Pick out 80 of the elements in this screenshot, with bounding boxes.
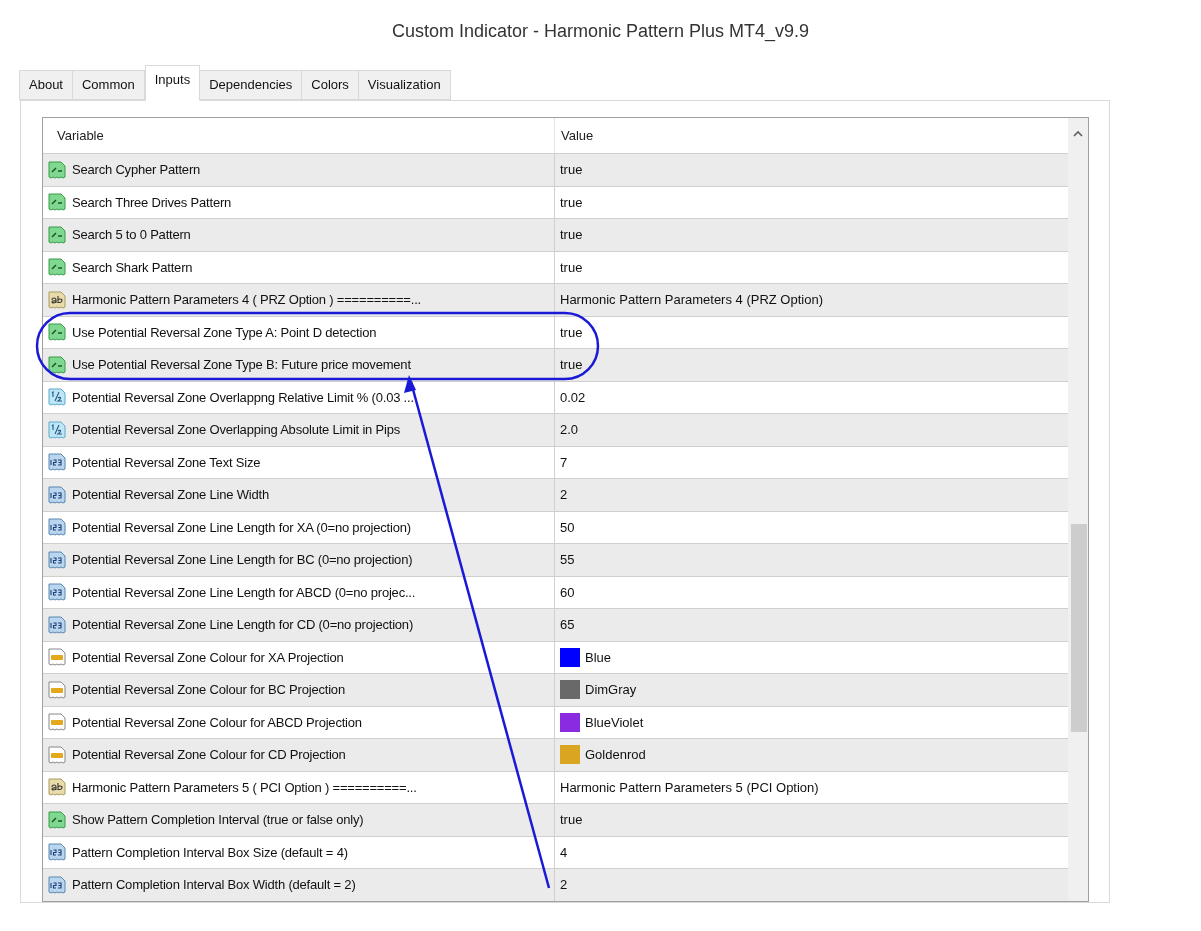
value-text[interactable]: Harmonic Pattern Parameters 5 (PCI Option) bbox=[560, 777, 819, 797]
toggle-type-icon bbox=[48, 258, 66, 277]
integer-type-icon bbox=[48, 583, 66, 602]
color-type-icon bbox=[48, 713, 66, 732]
value-text[interactable]: 2 bbox=[560, 485, 568, 505]
integer-type-icon bbox=[48, 485, 66, 504]
integer-type-icon bbox=[48, 453, 66, 472]
value-text[interactable]: BlueViolet bbox=[585, 712, 644, 732]
window-title: Custom Indicator - Harmonic Pattern Plus MT4_v9.9 bbox=[391, 19, 810, 44]
toggle-type-icon bbox=[48, 323, 66, 342]
column-header[interactable]: Value bbox=[555, 118, 1068, 153]
variable-name: Harmonic Pattern Parameters 4 ( PRZ Option ) ==========... bbox=[72, 291, 421, 309]
text-type-icon bbox=[48, 778, 66, 797]
integer-type-icon bbox=[48, 518, 66, 537]
variable-name: Potential Reversal Zone Line Width bbox=[72, 486, 269, 504]
value-text[interactable]: true bbox=[560, 160, 583, 180]
variable-name: Potential Reversal Zone Colour for CD Projection bbox=[72, 746, 346, 764]
variable-name: Potential Reversal Zone Line Length for CD (0=no projection) bbox=[72, 616, 413, 634]
variable-name: Search 5 to 0 Pattern bbox=[72, 226, 191, 244]
value-text[interactable]: true bbox=[560, 257, 583, 277]
tab[interactable]: Inputs bbox=[144, 65, 201, 101]
tab[interactable]: About bbox=[19, 70, 73, 100]
scrollbar-thumb[interactable] bbox=[1071, 524, 1087, 732]
value-text[interactable]: true bbox=[560, 225, 583, 245]
integer-type-icon bbox=[48, 843, 66, 862]
variable-name: Use Potential Reversal Zone Type B: Future price movement bbox=[72, 356, 411, 374]
color-type-icon bbox=[48, 745, 66, 764]
variable-name: Pattern Completion Interval Box Size (default = 4) bbox=[72, 843, 348, 862]
variable-name: Potential Reversal Zone Colour for XA Projection bbox=[72, 648, 344, 667]
text-type-icon bbox=[48, 290, 66, 309]
value-text[interactable]: true bbox=[560, 810, 583, 830]
integer-type-icon bbox=[48, 615, 66, 634]
color-type-icon bbox=[48, 648, 66, 667]
variable-name: Search Three Drives Pattern bbox=[72, 193, 232, 212]
value-text[interactable]: 0.02 bbox=[560, 387, 586, 407]
value-text[interactable]: Blue bbox=[585, 647, 612, 667]
value-text[interactable]: DimGray bbox=[585, 680, 637, 700]
toggle-type-icon bbox=[48, 225, 66, 244]
variable-name: Potential Reversal Zone Colour for ABCD Projection bbox=[72, 713, 362, 732]
value-text[interactable]: 2 bbox=[560, 875, 568, 895]
variable-name: Potential Reversal Zone Line Length for XA (0=no projection) bbox=[72, 518, 411, 537]
variable-name: Potential Reversal Zone Overlapping Absolute Limit in Pips bbox=[72, 421, 401, 439]
value-text[interactable]: 4 bbox=[560, 842, 568, 862]
tab[interactable]: Common bbox=[72, 70, 145, 100]
variable-name: Potential Reversal Zone Colour for BC Projection bbox=[72, 681, 345, 699]
value-text[interactable]: 2.0 bbox=[560, 420, 579, 440]
variable-name: Search Cypher Pattern bbox=[72, 161, 201, 179]
integer-type-icon bbox=[48, 875, 66, 894]
color-type-icon bbox=[48, 680, 66, 699]
value-text[interactable]: 50 bbox=[560, 517, 575, 537]
tab[interactable]: Visualization bbox=[357, 70, 451, 100]
toggle-type-icon bbox=[48, 810, 66, 829]
value-text[interactable]: Goldenrod bbox=[585, 745, 646, 765]
value-text[interactable]: true bbox=[560, 322, 583, 342]
value-text[interactable]: 7 bbox=[560, 452, 568, 472]
scroll-up-icon[interactable] bbox=[1073, 130, 1083, 137]
integer-type-icon bbox=[48, 550, 66, 569]
decimal-type-icon bbox=[48, 420, 66, 439]
value-text[interactable]: true bbox=[560, 192, 583, 212]
tab[interactable]: Colors bbox=[301, 70, 359, 100]
variable-name: Pattern Completion Interval Box Width (default = 2) bbox=[72, 876, 356, 894]
value-text[interactable]: 55 bbox=[560, 550, 575, 570]
tab[interactable]: Dependencies bbox=[199, 70, 303, 100]
toggle-type-icon bbox=[48, 160, 66, 179]
value-text[interactable]: Harmonic Pattern Parameters 4 (PRZ Option) bbox=[560, 290, 823, 310]
variable-name: Search Shark Pattern bbox=[72, 258, 193, 277]
variable-name: Potential Reversal Zone Overlappng Relative Limit % (0.03 ... bbox=[72, 388, 414, 407]
value-text[interactable]: true bbox=[560, 355, 583, 375]
variable-name: Potential Reversal Zone Text Size bbox=[72, 453, 261, 472]
variable-name: Harmonic Pattern Parameters 5 ( PCI Option ) ==========... bbox=[72, 778, 417, 797]
value-text[interactable]: 60 bbox=[560, 582, 575, 602]
toggle-type-icon bbox=[48, 193, 66, 212]
toggle-type-icon bbox=[48, 355, 66, 374]
value-text[interactable]: 65 bbox=[560, 615, 575, 635]
variable-name: Use Potential Reversal Zone Type A: Point D detection bbox=[72, 323, 377, 342]
variable-name: Potential Reversal Zone Line Length for ABCD (0=no projec... bbox=[72, 583, 416, 602]
decimal-type-icon bbox=[48, 388, 66, 407]
variable-name: Potential Reversal Zone Line Length for BC (0=no projection) bbox=[72, 551, 413, 569]
variable-name: Show Pattern Completion Interval (true or false only) bbox=[72, 811, 364, 829]
scrollbar[interactable] bbox=[1068, 118, 1088, 901]
